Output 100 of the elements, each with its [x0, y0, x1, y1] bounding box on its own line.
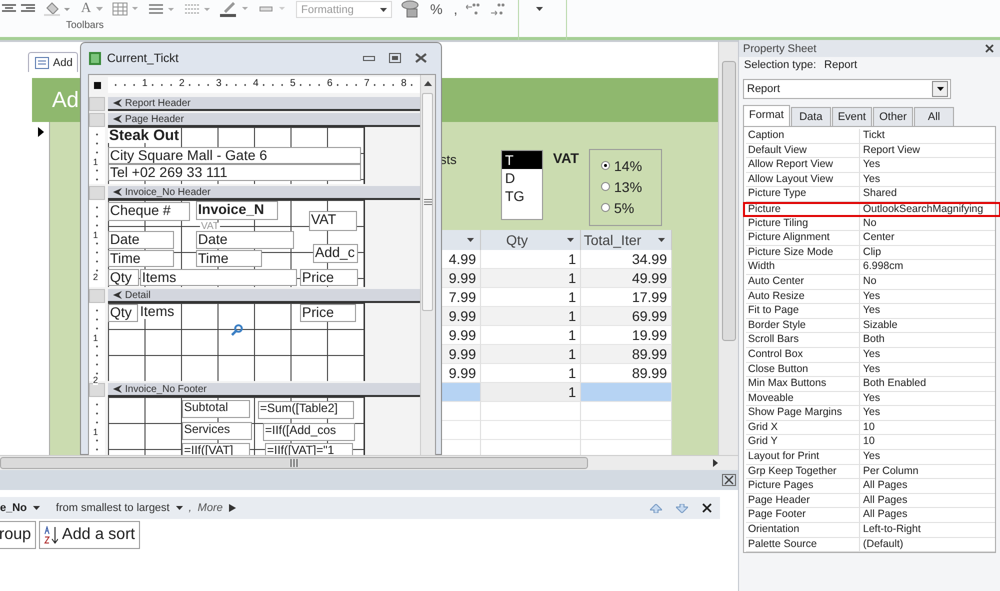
- caret-icon[interactable]: [176, 506, 183, 510]
- property-value[interactable]: Left-to-Right: [860, 523, 921, 537]
- report-control[interactable]: Cheque #: [108, 202, 190, 221]
- property-value[interactable]: (Default): [860, 538, 904, 552]
- report-control[interactable]: City Square Mall - Gate 6: [108, 147, 361, 164]
- property-value[interactable]: OutlookSearchMagnifying: [860, 204, 984, 215]
- property-value[interactable]: 10: [860, 435, 875, 450]
- tab[interactable]: Other: [872, 107, 913, 126]
- property-value[interactable]: No: [860, 274, 876, 289]
- caret-icon[interactable]: [658, 238, 665, 242]
- object-dropdown[interactable]: Report: [743, 79, 951, 99]
- property-value[interactable]: 6.998cm: [860, 260, 904, 274]
- tab[interactable]: Data: [790, 107, 831, 126]
- report-control[interactable]: Add_c: [313, 244, 358, 263]
- percent-button[interactable]: %: [430, 1, 443, 17]
- caret-icon[interactable]: [32, 506, 40, 510]
- move-down-icon[interactable]: [676, 504, 688, 512]
- property-value[interactable]: Center: [860, 231, 895, 245]
- property-value[interactable]: Yes: [860, 172, 880, 186]
- close-icon[interactable]: [722, 474, 736, 486]
- shape-outline-icon[interactable]: [259, 4, 288, 14]
- property-value[interactable]: Both: [860, 333, 885, 347]
- vertical-scrollbar[interactable]: [718, 42, 739, 455]
- pen-icon[interactable]: [220, 1, 250, 17]
- property-value[interactable]: Yes: [860, 392, 880, 406]
- align-right-icon[interactable]: [21, 4, 35, 14]
- report-control[interactable]: Qty: [108, 269, 139, 286]
- caret-icon[interactable]: [567, 238, 574, 242]
- column-header[interactable]: Total_Iter: [581, 230, 672, 250]
- vertical-scrollbar[interactable]: [420, 75, 435, 456]
- property-value[interactable]: Yes: [860, 348, 880, 362]
- property-value[interactable]: No: [860, 216, 876, 230]
- radio-button[interactable]: [601, 203, 610, 212]
- line-dashes-icon[interactable]: [184, 3, 212, 15]
- report-control[interactable]: Date: [108, 231, 174, 249]
- form-tab[interactable]: Add: [28, 52, 78, 72]
- radio-button[interactable]: [601, 161, 610, 170]
- minimize-icon[interactable]: [363, 55, 375, 61]
- close-icon[interactable]: [985, 44, 994, 53]
- report-text[interactable]: Steak Out: [108, 128, 180, 143]
- section-bar[interactable]: Detail: [108, 289, 420, 303]
- property-value[interactable]: Shared: [860, 187, 897, 201]
- expand-arrow-icon[interactable]: [228, 504, 236, 512]
- report-control[interactable]: =Sum([Table2]: [258, 401, 354, 419]
- section-bar[interactable]: Report Header: [108, 97, 420, 111]
- column-header[interactable]: Qty: [481, 230, 581, 250]
- add-group-button[interactable]: roup: [0, 521, 36, 549]
- list-box[interactable]: T D TG: [501, 150, 543, 220]
- report-control[interactable]: =IIf([Add_cos: [263, 423, 355, 441]
- font-color-button[interactable]: A: [81, 1, 92, 17]
- property-value[interactable]: Report View: [860, 144, 920, 158]
- tab[interactable]: Event: [832, 107, 872, 126]
- property-value[interactable]: Yes: [860, 450, 880, 464]
- line-weight-icon[interactable]: [148, 3, 176, 15]
- section-bar[interactable]: Page Header: [108, 113, 420, 127]
- report-control[interactable]: Subtotal: [182, 400, 250, 418]
- fill-bucket-icon[interactable]: [44, 2, 70, 16]
- property-value[interactable]: Yes: [860, 158, 880, 172]
- property-value[interactable]: Clip: [860, 246, 882, 260]
- section-bar[interactable]: Invoice_No Header: [108, 186, 420, 200]
- report-control[interactable]: Qty: [108, 304, 138, 322]
- list-item[interactable]: D: [502, 169, 542, 187]
- tab[interactable]: Format: [743, 105, 790, 126]
- horizontal-scrollbar[interactable]: [0, 455, 738, 470]
- comma-button[interactable]: ,: [454, 1, 458, 17]
- borders-icon[interactable]: [112, 2, 140, 16]
- close-icon[interactable]: [415, 53, 427, 63]
- caret-icon[interactable]: [467, 238, 474, 242]
- restore-icon[interactable]: [389, 53, 401, 63]
- report-control[interactable]: Price: [300, 304, 356, 322]
- list-item[interactable]: TG: [502, 187, 542, 205]
- move-up-icon[interactable]: [650, 504, 662, 512]
- report-control[interactable]: VAT: [309, 211, 357, 231]
- radio-button[interactable]: [601, 182, 610, 191]
- delete-icon[interactable]: [702, 503, 712, 513]
- field-dropdown[interactable]: e_No: [0, 502, 27, 514]
- scroll-up-arrow-icon[interactable]: [424, 81, 432, 86]
- property-value[interactable]: Both Enabled: [860, 377, 926, 391]
- report-control[interactable]: Items: [140, 269, 297, 286]
- property-value[interactable]: Tickt: [860, 129, 885, 143]
- report-control[interactable]: Services: [182, 422, 252, 440]
- align-center-icon[interactable]: [2, 4, 16, 14]
- property-value[interactable]: Yes: [860, 290, 880, 304]
- property-value[interactable]: Per Column: [860, 464, 918, 478]
- report-control[interactable]: Time: [108, 250, 174, 267]
- report-control[interactable]: Date: [196, 231, 294, 249]
- caret-icon[interactable]: [536, 7, 544, 11]
- property-value[interactable]: All Pages: [860, 508, 908, 522]
- property-value[interactable]: Yes: [860, 304, 880, 318]
- property-value[interactable]: All Pages: [860, 494, 908, 508]
- property-value[interactable]: All Pages: [860, 479, 908, 493]
- report-control[interactable]: Time: [196, 250, 262, 267]
- report-control[interactable]: Price: [300, 269, 358, 286]
- decrease-decimal-icon[interactable]: [466, 2, 482, 16]
- list-item[interactable]: T: [502, 151, 542, 169]
- increase-decimal-icon[interactable]: [491, 2, 508, 16]
- property-value[interactable]: 10: [860, 420, 875, 434]
- tab[interactable]: All: [914, 107, 954, 126]
- add-sort-button[interactable]: Add a sort: [39, 521, 140, 549]
- report-text[interactable]: Items: [139, 304, 176, 319]
